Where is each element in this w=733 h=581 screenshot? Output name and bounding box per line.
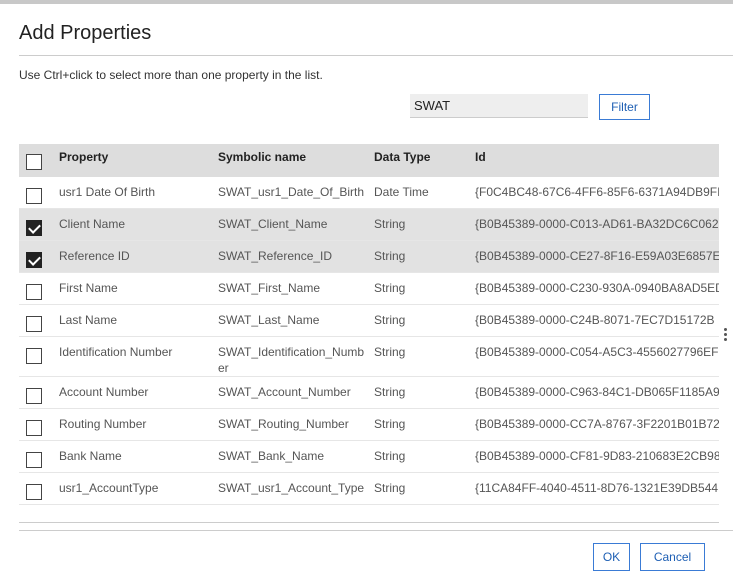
id-cell: {B0B45389-0000-C230-930A-0940BA8AD5ED: [475, 281, 719, 295]
table-row[interactable]: Reference ID SWAT_Reference_ID String {B0B4…: [19, 241, 719, 273]
table-row[interactable]: First Name SWAT_First_Name String {B0B45389…: [19, 273, 719, 305]
column-header-property[interactable]: Property: [59, 144, 108, 177]
symbolic-name-cell: SWAT_Account_Number: [218, 385, 351, 399]
id-cell: {F0C4BC48-67C6-4FF6-85F6-6371A94DB9FI: [475, 185, 719, 199]
row-checkbox[interactable]: [26, 388, 42, 404]
row-checkbox[interactable]: [26, 252, 42, 268]
property-cell: Routing Number: [59, 417, 147, 431]
table-row[interactable]: Account Number SWAT_Account_Number String {…: [19, 377, 719, 409]
symbolic-name-cell: SWAT_Last_Name: [218, 313, 320, 327]
symbolic-name-cell: SWAT_First_Name: [218, 281, 321, 295]
column-header-symbolic-name[interactable]: Symbolic name: [218, 144, 306, 177]
data-type-cell: String: [374, 481, 406, 495]
properties-grid: Property Symbolic name Data Type Id usr1…: [19, 144, 719, 510]
property-cell: Account Number: [59, 385, 149, 399]
grid-bottom-divider: [19, 522, 719, 523]
table-row[interactable]: usr1_AccountType SWAT_usr1_Account_Type St…: [19, 473, 719, 505]
symbolic-name-cell: SWAT_Routing_Number: [218, 417, 349, 431]
table-row[interactable]: Routing Number SWAT_Routing_Number String {…: [19, 409, 719, 441]
property-cell: Identification Number: [59, 345, 173, 359]
symbolic-name-cell: SWAT_Client_Name: [218, 217, 328, 231]
symbolic-name-cell: SWAT_Bank_Name: [218, 449, 325, 463]
filter-input[interactable]: [410, 94, 588, 118]
table-row[interactable]: Bank Name SWAT_Bank_Name String {B0B45389-0…: [19, 441, 719, 473]
id-cell: {B0B45389-0000-CC7A-8767-3F2201B01B72: [475, 417, 719, 431]
id-cell: {11CA84FF-4040-4511-8D76-1321E39DB544: [475, 481, 719, 495]
table-row[interactable]: Identification Number SWAT_Identification…: [19, 337, 719, 377]
select-all-checkbox[interactable]: [26, 154, 42, 170]
row-checkbox[interactable]: [26, 348, 42, 364]
dialog-top-border: [0, 0, 733, 4]
row-checkbox[interactable]: [26, 284, 42, 300]
data-type-cell: String: [374, 249, 406, 263]
symbolic-name-cell: SWAT_Identification_Number: [218, 345, 365, 375]
data-type-cell: String: [374, 313, 406, 327]
more-options-icon[interactable]: [724, 328, 728, 343]
row-checkbox[interactable]: [26, 220, 42, 236]
grid-header: Property Symbolic name Data Type Id: [19, 144, 719, 177]
property-cell: First Name: [59, 281, 118, 295]
data-type-cell: String: [374, 385, 406, 399]
id-cell: {B0B45389-0000-CF81-9D83-210683E2CB98: [475, 449, 719, 463]
symbolic-name-cell: SWAT_usr1_Account_Type: [218, 481, 365, 495]
row-checkbox[interactable]: [26, 420, 42, 436]
table-row[interactable]: Last Name SWAT_Last_Name String {B0B45389-0…: [19, 305, 719, 337]
column-header-id[interactable]: Id: [475, 144, 486, 177]
footer-divider: [19, 530, 733, 531]
data-type-cell: String: [374, 345, 406, 359]
data-type-cell: String: [374, 417, 406, 431]
row-checkbox[interactable]: [26, 316, 42, 332]
table-row[interactable]: Client Name SWAT_Client_Name String {B0B453…: [19, 209, 719, 241]
id-cell: {B0B45389-0000-CE27-8F16-E59A03E6857E: [475, 249, 719, 263]
column-header-data-type[interactable]: Data Type: [374, 144, 430, 177]
data-type-cell: Date Time: [374, 185, 429, 199]
table-row[interactable]: usr1 Date Of Birth SWAT_usr1_Date_Of_Birt…: [19, 177, 719, 209]
id-cell: {B0B45389-0000-C24B-8071-7EC7D15172B: [475, 313, 715, 327]
id-cell: {B0B45389-0000-C054-A5C3-4556027796EF: [475, 345, 719, 359]
cancel-button[interactable]: Cancel: [640, 543, 705, 571]
row-checkbox[interactable]: [26, 484, 42, 500]
dialog-title: Add Properties: [19, 22, 152, 44]
row-checkbox[interactable]: [26, 452, 42, 468]
title-divider: [19, 55, 733, 56]
data-type-cell: String: [374, 449, 406, 463]
id-cell: {B0B45389-0000-C013-AD61-BA32DC6C062: [475, 217, 719, 231]
property-cell: usr1 Date Of Birth: [59, 185, 156, 199]
filter-button[interactable]: Filter: [599, 94, 650, 120]
data-type-cell: String: [374, 217, 406, 231]
property-cell: Reference ID: [59, 249, 130, 263]
row-checkbox[interactable]: [26, 188, 42, 204]
property-cell: usr1_AccountType: [59, 481, 159, 495]
property-cell: Client Name: [59, 217, 126, 231]
symbolic-name-cell: SWAT_Reference_ID: [218, 249, 333, 263]
ok-button[interactable]: OK: [593, 543, 630, 571]
id-cell: {B0B45389-0000-C963-84C1-DB065F1185A9: [475, 385, 719, 399]
property-cell: Last Name: [59, 313, 118, 327]
data-type-cell: String: [374, 281, 406, 295]
instructions-text: Use Ctrl+click to select more than one p…: [19, 68, 323, 82]
symbolic-name-cell: SWAT_usr1_Date_Of_Birth: [218, 185, 365, 199]
property-cell: Bank Name: [59, 449, 122, 463]
